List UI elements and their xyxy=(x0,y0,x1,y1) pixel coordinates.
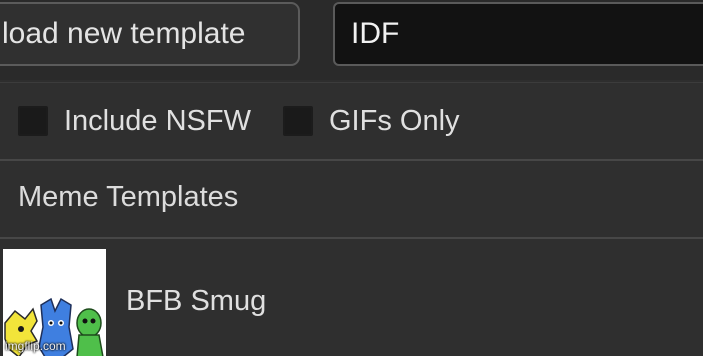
meme-templates-header: Meme Templates xyxy=(0,161,703,239)
template-search-input[interactable] xyxy=(333,2,703,66)
include-nsfw-label: Include NSFW xyxy=(64,104,251,137)
gifs-only-checkbox-group[interactable]: GIFs Only xyxy=(283,103,460,139)
template-name: BFB Smug xyxy=(126,285,267,317)
meme-generator-screen: load new template Include NSFW GIFs Only… xyxy=(0,0,703,356)
imgflip-watermark: imgflip.com xyxy=(5,339,66,353)
gifs-only-checkbox[interactable] xyxy=(283,106,313,136)
include-nsfw-checkbox-group[interactable]: Include NSFW xyxy=(18,103,251,139)
filter-row: Include NSFW GIFs Only xyxy=(0,83,703,161)
top-toolbar: load new template xyxy=(0,0,703,80)
section-title: Meme Templates xyxy=(18,181,239,213)
template-panel: Include NSFW GIFs Only Meme Templates BF… xyxy=(0,82,703,356)
gifs-only-label: GIFs Only xyxy=(329,104,460,137)
include-nsfw-checkbox[interactable] xyxy=(18,106,48,136)
template-list-item[interactable]: BFB Smug xyxy=(0,239,703,356)
upload-template-button[interactable]: load new template xyxy=(0,2,300,66)
